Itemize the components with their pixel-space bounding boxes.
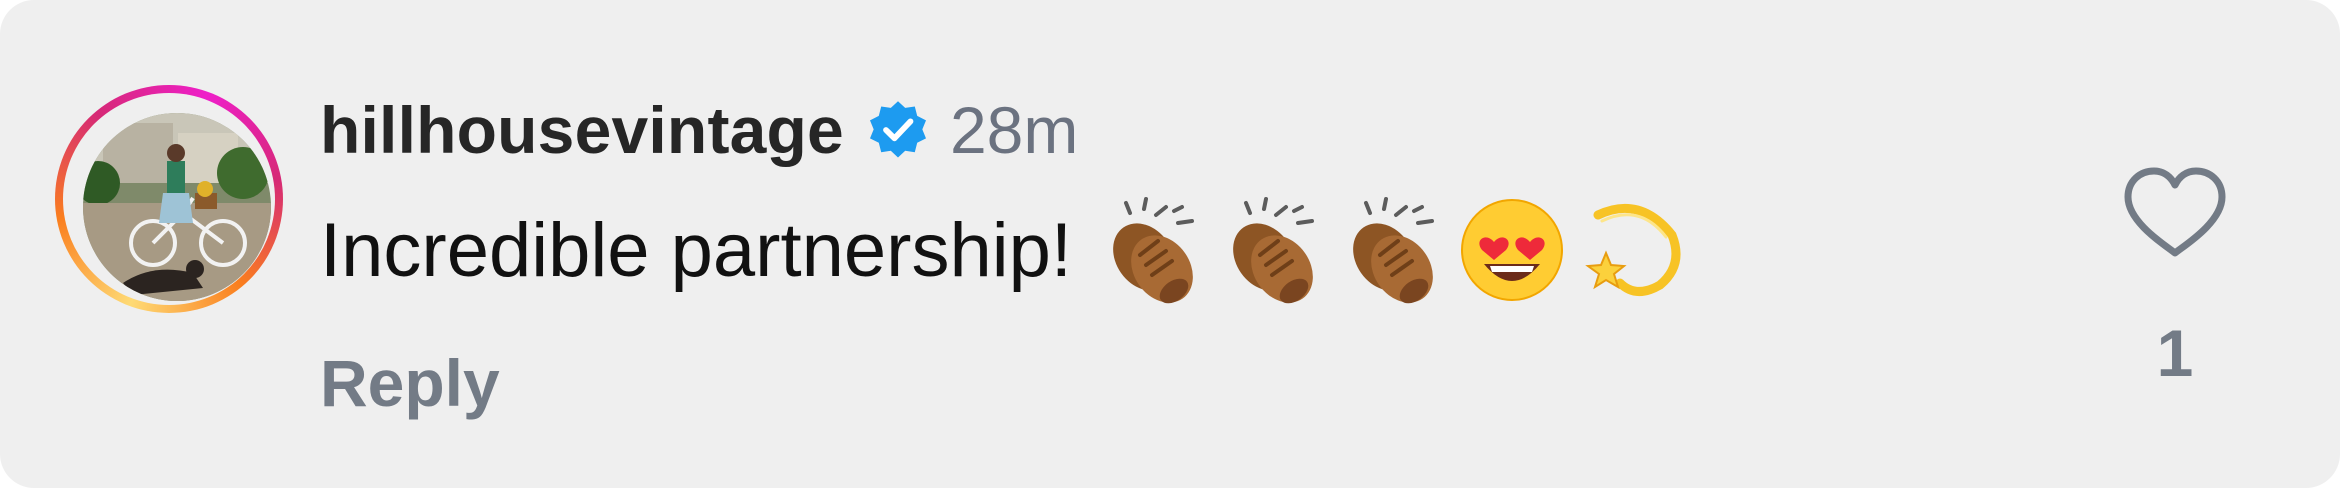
username-link[interactable]: hillhousevintage bbox=[320, 92, 844, 168]
avatar-story-ring[interactable] bbox=[55, 85, 283, 313]
comment-timestamp: 28m bbox=[949, 93, 1079, 167]
comment-body: Incredible partnership! bbox=[320, 195, 1700, 305]
dizzy-star-icon bbox=[1580, 195, 1684, 305]
like-count: 1 bbox=[2156, 316, 2194, 390]
comment-card: hillhousevintage 28m Incredible partners… bbox=[0, 0, 2340, 488]
reply-button[interactable]: Reply bbox=[320, 345, 500, 421]
avatar-photo bbox=[83, 113, 271, 301]
verified-badge-icon bbox=[866, 98, 930, 162]
comment-text: Incredible partnership! bbox=[320, 207, 1072, 293]
like-button[interactable] bbox=[2120, 165, 2230, 260]
comment-header: hillhousevintage 28m bbox=[320, 90, 1078, 170]
comment-emojis bbox=[1100, 195, 1700, 305]
avatar[interactable] bbox=[83, 113, 271, 301]
clapping-hands-icon bbox=[1220, 195, 1324, 305]
heart-eyes-face-icon bbox=[1460, 198, 1564, 302]
clapping-hands-icon bbox=[1100, 195, 1204, 305]
clapping-hands-icon bbox=[1340, 195, 1444, 305]
heart-outline-icon bbox=[2124, 167, 2226, 257]
